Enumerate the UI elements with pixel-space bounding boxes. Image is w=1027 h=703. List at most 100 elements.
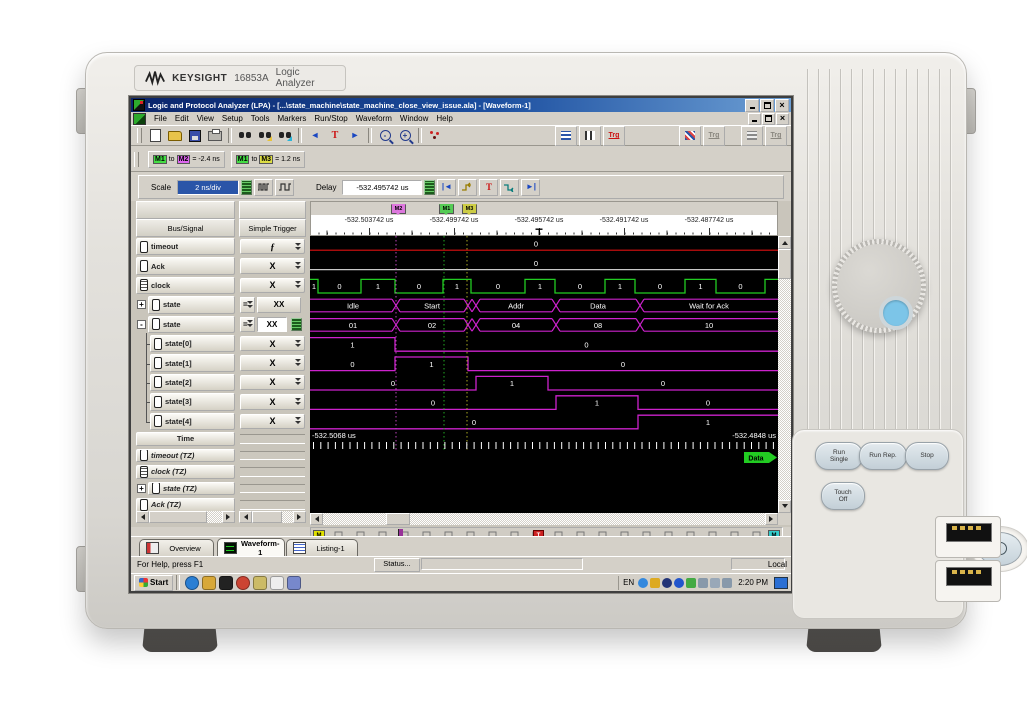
dropdown-chevron-icon[interactable] xyxy=(247,301,253,309)
dropdown-chevron-icon[interactable] xyxy=(295,398,301,406)
flag-icon[interactable] xyxy=(698,578,708,588)
child-minimize-button[interactable] xyxy=(748,113,761,125)
expand-scale-button[interactable] xyxy=(254,179,273,196)
shield-icon[interactable] xyxy=(650,578,660,588)
goto-begin-button[interactable]: |◄ xyxy=(437,179,456,196)
toolbar-grip[interactable] xyxy=(137,128,142,143)
menu-item-window[interactable]: Window xyxy=(396,114,432,123)
dropdown-chevron-icon[interactable] xyxy=(247,320,253,328)
save-button[interactable] xyxy=(186,127,204,144)
folder-icon[interactable] xyxy=(202,576,216,590)
goto-end-button[interactable]: ►| xyxy=(521,179,540,196)
find-button[interactable] xyxy=(236,127,254,144)
next-edge-button[interactable] xyxy=(500,179,519,196)
scroll-right-button[interactable] xyxy=(293,511,306,523)
signal-label-button-clock[interactable]: clock xyxy=(136,277,235,294)
scroll-thumb[interactable] xyxy=(149,511,207,523)
prev-edge-button[interactable] xyxy=(458,179,477,196)
trigger-value-button[interactable]: ƒ xyxy=(240,239,305,254)
trigger-value-button[interactable]: X xyxy=(240,355,305,370)
signal-label-button-state[interactable]: state xyxy=(148,296,235,313)
display-icon[interactable] xyxy=(774,577,788,589)
find-prev-button[interactable] xyxy=(276,127,294,144)
usb-icon[interactable] xyxy=(686,578,696,588)
markerbar-grip[interactable] xyxy=(134,152,139,167)
scatter-tool-button[interactable] xyxy=(426,127,444,144)
bus-signal-scrollbar[interactable] xyxy=(136,511,235,523)
tab-listing-1[interactable]: Listing-1 xyxy=(286,539,358,556)
scroll-thumb[interactable] xyxy=(252,511,282,523)
collapse-minus-icon[interactable]: - xyxy=(137,320,146,329)
menu-item-help[interactable]: Help xyxy=(432,114,456,123)
menu-item-markers[interactable]: Markers xyxy=(273,114,310,123)
language-indicator[interactable]: EN xyxy=(623,578,634,587)
trigger-value-button[interactable]: X xyxy=(240,336,305,351)
child-close-button[interactable] xyxy=(776,113,789,125)
goto-trigger-delay-button[interactable]: T xyxy=(479,179,498,196)
minimize-button[interactable] xyxy=(745,99,759,112)
trigger-disabled-button-2[interactable]: Trg xyxy=(765,126,787,146)
marker-tag-m1[interactable]: M1 xyxy=(439,204,454,214)
dropdown-chevron-icon[interactable] xyxy=(295,243,301,251)
waveform-canvas[interactable]: 00101010101010IdleStartAddrDataWait for … xyxy=(310,236,778,513)
expand-plus-icon[interactable]: + xyxy=(137,484,146,493)
tab-overview[interactable]: Overview xyxy=(139,539,214,556)
antivirus-icon[interactable] xyxy=(662,578,672,588)
dropdown-chevron-icon[interactable] xyxy=(295,378,301,386)
trigger-disabled-button[interactable]: Trg xyxy=(703,126,725,146)
marker-delta-button-1[interactable]: M1toM2= -2.4 ns xyxy=(148,151,225,168)
menu-item-runstop[interactable]: Run/Stop xyxy=(310,114,351,123)
print-button[interactable] xyxy=(206,127,224,144)
scroll-up-button[interactable] xyxy=(778,236,791,249)
new-file-button[interactable] xyxy=(146,127,164,144)
equals-operator-button[interactable]: = xyxy=(240,297,255,312)
dropdown-chevron-icon[interactable] xyxy=(295,262,301,270)
update-icon[interactable] xyxy=(638,578,648,588)
scroll-thumb[interactable] xyxy=(386,513,410,525)
signal-label-button-clockTZ[interactable]: clock (TZ) xyxy=(136,465,235,479)
close-button[interactable] xyxy=(775,99,789,112)
signal-label-button-AckTZ[interactable]: Ack (TZ) xyxy=(136,498,235,512)
scale-input[interactable]: 2 ns/div xyxy=(177,180,239,195)
prev-marker-button[interactable]: ◄ xyxy=(306,127,324,144)
dropdown-chevron-icon[interactable] xyxy=(295,417,301,425)
scroll-right-button[interactable] xyxy=(222,511,235,523)
tab-waveform-1[interactable]: Waveform-1 xyxy=(217,538,285,556)
child-restore-button[interactable] xyxy=(762,113,775,125)
signal-label-button-timeout[interactable]: timeout xyxy=(136,238,235,255)
next-marker-button[interactable]: ► xyxy=(346,127,364,144)
scroll-left-button[interactable] xyxy=(239,511,252,523)
scroll-left-button[interactable] xyxy=(310,513,323,525)
signal-label-button-stateTZ[interactable]: state (TZ) xyxy=(148,482,235,496)
trigger-value-button[interactable]: X xyxy=(240,375,305,390)
signal-label-button-state3[interactable]: state[3] xyxy=(150,393,235,410)
marker-delta-button-2[interactable]: M1toM3= 1.2 ns xyxy=(231,151,305,168)
open-file-button[interactable] xyxy=(166,127,184,144)
shrink-scale-button[interactable] xyxy=(275,179,294,196)
dropdown-chevron-icon[interactable] xyxy=(295,340,301,348)
trigger-scrollbar[interactable] xyxy=(239,511,306,523)
console-icon[interactable] xyxy=(219,576,233,590)
zoom-out-button[interactable]: - xyxy=(376,127,394,144)
volume-icon[interactable] xyxy=(722,578,732,588)
menu-item-waveform[interactable]: Waveform xyxy=(352,114,396,123)
start-button[interactable]: Start xyxy=(134,575,173,591)
signal-label-button-state0[interactable]: state[0] xyxy=(150,335,235,352)
find-next-button[interactable] xyxy=(256,127,274,144)
setup-status-button[interactable] xyxy=(555,126,577,146)
signal-label-button-timeoutTZ[interactable]: timeout (TZ) xyxy=(136,449,235,463)
menu-item-view[interactable]: View xyxy=(193,114,218,123)
list-tool-button[interactable] xyxy=(741,126,763,146)
dropdown-chevron-icon[interactable] xyxy=(295,359,301,367)
menu-item-tools[interactable]: Tools xyxy=(247,114,274,123)
restore-button[interactable] xyxy=(760,99,774,112)
signal-label-button-state[interactable]: state xyxy=(148,316,235,333)
equals-operator-button[interactable]: = xyxy=(240,317,255,332)
trigger-value-button[interactable]: X xyxy=(240,394,305,409)
internet-explorer-icon[interactable] xyxy=(185,576,199,590)
marker-tag-m3[interactable]: M3 xyxy=(462,204,477,214)
menu-item-edit[interactable]: Edit xyxy=(171,114,193,123)
trigger-pattern-button[interactable]: XX xyxy=(257,297,301,312)
delay-keypad-button[interactable] xyxy=(424,180,435,195)
status-button[interactable]: Status... xyxy=(374,558,420,572)
